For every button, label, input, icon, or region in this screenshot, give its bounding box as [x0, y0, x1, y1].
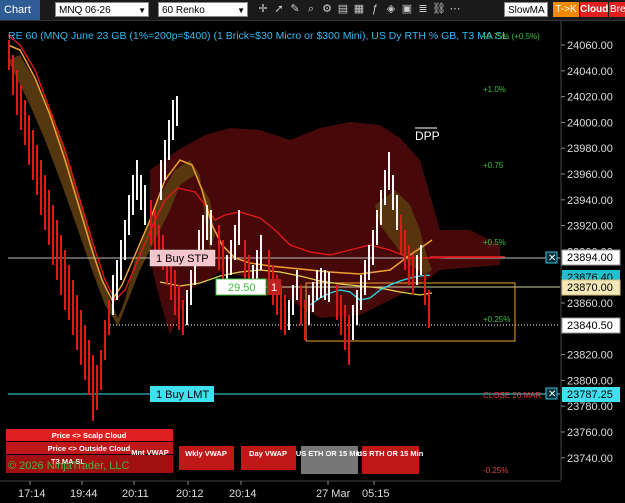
bar-type-value: 60 Renko: [162, 5, 205, 16]
axis-price-box-3: 23840.50: [561, 317, 621, 334]
price-tick-label: 24060.00: [567, 40, 613, 52]
time-tick-label: 20:12: [176, 488, 204, 500]
axis-price-3: 23840.50: [567, 320, 613, 332]
day-vwap-label: Day VWAP: [249, 449, 287, 458]
more-icon[interactable]: ⋯: [448, 2, 462, 17]
pct-label-top: +0.75% (+0.5%): [482, 32, 540, 41]
scalp-cloud-label: Price <> Scalp Cloud: [52, 431, 127, 440]
time-tick-label: 19:44: [70, 488, 98, 500]
break-button[interactable]: Brea: [609, 2, 625, 17]
cancel-limit-order-button[interactable]: ✕: [545, 387, 558, 400]
price-tick-label: 23960.00: [567, 169, 613, 181]
chart-banner: RE 60 (MNQ June 23 GB (1%=200p=$400) (1 …: [8, 30, 508, 42]
stop-order-label: 1 Buy STP: [156, 253, 209, 265]
mnt-vwap-label: Mnt VWAP: [131, 448, 169, 457]
axis-price-box-limit: 23787.25: [562, 387, 620, 402]
instrument-value: MNQ 06-26: [59, 5, 111, 16]
tok-button[interactable]: T->K: [553, 2, 579, 17]
cloud-button[interactable]: Cloud: [580, 2, 608, 17]
indicators-icon[interactable]: ƒ: [368, 2, 382, 17]
snapshot-icon[interactable]: ▣: [400, 2, 414, 17]
window-title: Chart: [0, 0, 40, 20]
properties-icon[interactable]: ⚙: [320, 2, 334, 17]
time-tick-label: 17:14: [18, 488, 46, 500]
price-tick-label: 23860.00: [567, 298, 613, 310]
pointer-icon[interactable]: ➚: [272, 2, 286, 17]
data-box-icon[interactable]: ▤: [336, 2, 350, 17]
limit-order-label: 1 Buy LMT: [156, 389, 209, 401]
copyright-text: © 2026 NinjaTrader, LLC: [8, 460, 129, 472]
indicator-value: SlowMA: [508, 5, 545, 16]
instrument-selector[interactable]: MNQ 06-26 ▼: [55, 2, 149, 17]
zoom-icon[interactable]: ⌕: [304, 2, 318, 17]
draw-icon[interactable]: ✎: [288, 2, 302, 17]
price-tick-label: 24020.00: [567, 92, 613, 104]
price-tick-label: 23800.00: [567, 375, 613, 387]
chevron-down-icon: ▼: [237, 6, 245, 15]
templates-icon[interactable]: ▦: [352, 2, 366, 17]
time-tick-label: 05:15: [362, 488, 390, 500]
price-chart[interactable]: RE 60 (MNQ June 23 GB (1%=200p=$400) (1 …: [0, 21, 625, 503]
price-tick-label: 23780.00: [567, 401, 613, 413]
pct-label-neg025: -0.25%: [483, 466, 508, 475]
cancel-stop-order-button[interactable]: ✕: [545, 251, 558, 264]
us-eth-label: US ETH OR 15 Min: [296, 449, 363, 458]
dpp-annotation: DPP: [415, 129, 440, 143]
link-icon[interactable]: ⛓: [432, 2, 446, 17]
outside-cloud-label: Price <> Outside Cloud: [48, 444, 131, 453]
axis-price-box-stop: 23894.00: [561, 249, 621, 266]
crosshair-icon[interactable]: ✛: [256, 2, 270, 17]
axis-price-box-2: 23870.00: [561, 279, 621, 296]
buy-limit-order[interactable]: 1 Buy LMT: [150, 386, 214, 402]
close-icon: ✕: [548, 253, 556, 264]
chart-toolbar: Chart MNQ 06-26 ▼ 60 Renko ▼ ✛ ➚ ✎ ⌕ ⚙ ▤…: [0, 0, 625, 21]
time-tick-label: 20:11: [122, 488, 149, 500]
price-tick-label: 23820.00: [567, 350, 613, 362]
price-tick-label: 23740.00: [567, 453, 613, 465]
pct-label-075: +0.75: [483, 161, 504, 170]
price-tick-label: 24040.00: [567, 66, 613, 78]
position-pnl: 29.50: [228, 282, 256, 294]
axis-price-2: 23870.00: [567, 282, 613, 294]
limit-price: 23787.25: [567, 389, 613, 401]
strategies-icon[interactable]: ◈: [384, 2, 398, 17]
us-rth-label: US RTH OR 15 Min: [357, 449, 424, 458]
chevron-down-icon: ▼: [138, 6, 146, 15]
position-qty: 1: [271, 282, 277, 294]
dom-icon[interactable]: ≣: [416, 2, 430, 17]
bar-type-selector[interactable]: 60 Renko ▼: [158, 2, 248, 17]
stop-price: 23894.00: [567, 252, 613, 264]
position-tag[interactable]: 29.50 1: [215, 278, 281, 296]
price-tick-label: 24000.00: [567, 117, 613, 129]
close-icon: ✕: [548, 389, 556, 400]
time-tick-label: 27 Mar: [316, 488, 351, 500]
price-tick-label: 23760.00: [567, 427, 613, 439]
pct-label-025: +0.25%: [483, 315, 510, 324]
close-label: CLOSE 26 MAR: [483, 391, 541, 400]
pct-label-1: +1.0%: [483, 85, 506, 94]
pct-label-05: +0.5%: [483, 238, 506, 247]
time-tick-label: 20:14: [229, 488, 257, 500]
price-tick-label: 23920.00: [567, 221, 613, 233]
price-tick-label: 23940.00: [567, 195, 613, 207]
indicator-selector[interactable]: SlowMA: [504, 2, 548, 17]
wkly-vwap-label: Wkly VWAP: [185, 449, 227, 458]
buy-stop-order[interactable]: 1 Buy STP: [149, 249, 216, 267]
price-tick-label: 23980.00: [567, 143, 613, 155]
